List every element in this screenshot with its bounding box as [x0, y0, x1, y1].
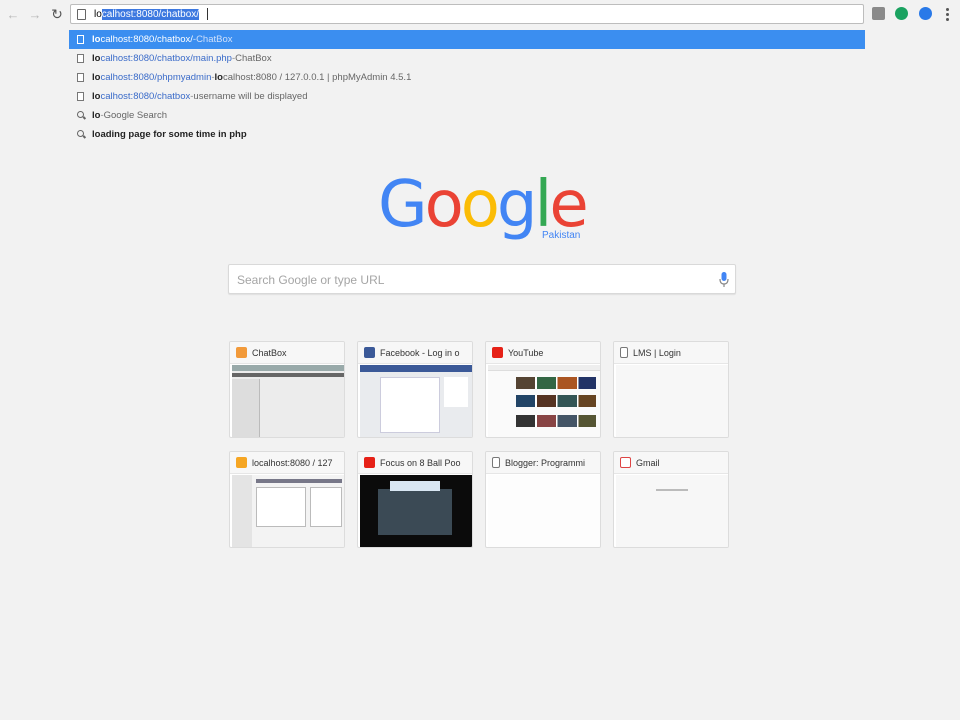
suggestion-match-text: lo: [214, 72, 223, 83]
facebook-icon: [364, 347, 375, 358]
back-arrow-icon[interactable]: ←: [4, 5, 22, 23]
tile-phpmyadmin[interactable]: localhost:8080 / 127: [229, 451, 345, 548]
gmail-icon: [620, 457, 631, 468]
suggestion-url: calhost:8080/chatbox: [100, 91, 191, 102]
tile-title: ChatBox: [252, 347, 287, 358]
suggestion-match-text: lo: [92, 34, 101, 45]
suggestion-description: ChatBox: [196, 34, 233, 45]
tile-title: Facebook - Log in o: [380, 347, 460, 358]
logo-letter: g: [496, 168, 538, 242]
tile-header: Focus on 8 Ball Poo: [358, 452, 472, 474]
extension-green-icon[interactable]: [895, 7, 908, 20]
phpmyadmin-icon: [236, 457, 247, 468]
tile-header: Gmail: [614, 452, 728, 474]
suggestion-description: username will be displayed: [193, 91, 308, 102]
tile-blogger[interactable]: Blogger: Programmi: [485, 451, 601, 548]
tile-8ball[interactable]: Focus on 8 Ball Poo: [357, 451, 473, 548]
page-icon: [77, 8, 86, 20]
tile-thumbnail: [232, 365, 344, 437]
tile-thumbnail: [488, 365, 600, 437]
search-icon: [77, 111, 86, 120]
suggestion-url: calhost:8080/chatbox/main.php: [100, 53, 232, 64]
tile-title: YouTube: [508, 347, 544, 358]
page-icon: [77, 92, 84, 101]
suggestion-description: calhost:8080 / 127.0.0.1 | phpMyAdmin 4.…: [222, 72, 412, 83]
logo-letter: o: [424, 168, 464, 242]
tile-header: LMS | Login: [614, 342, 728, 364]
suggestion-url: calhost:8080/phpmyadmin: [100, 72, 212, 83]
tile-header: Facebook - Log in o: [358, 342, 472, 364]
search-icon: [77, 130, 86, 139]
suggestion-query: ading page for some time in php: [100, 129, 247, 140]
typed-text: lo: [94, 8, 102, 20]
chatbox-icon: [236, 347, 247, 358]
suggestion-match-text: lo: [92, 129, 101, 140]
extension-icon[interactable]: [872, 7, 885, 20]
page-icon: [77, 54, 84, 63]
suggestion-match-text: lo: [92, 53, 101, 64]
tile-title: localhost:8080 / 127: [252, 457, 333, 468]
search-box[interactable]: [228, 264, 736, 294]
page-icon: [492, 457, 500, 468]
suggestion-item[interactable]: lo calhost:8080/chatbox/ - ChatBox: [69, 30, 865, 49]
tile-thumbnail: [360, 365, 472, 437]
suggestion-match-text: lo: [92, 72, 101, 83]
tile-header: YouTube: [486, 342, 600, 364]
logo-letter: G: [378, 168, 428, 242]
suggestion-item[interactable]: lo ading page for some time in php: [69, 125, 865, 144]
tile-title: Blogger: Programmi: [505, 457, 586, 468]
suggestion-item[interactable]: lo calhost:8080/phpmyadmin - lo calhost:80…: [69, 68, 865, 87]
tile-title: LMS | Login: [633, 347, 681, 358]
suggestion-url: calhost:8080/chatbox/: [100, 34, 193, 45]
reload-icon[interactable]: ↻: [48, 5, 66, 23]
suggestion-item[interactable]: lo calhost:8080/chatbox/main.php - ChatBo…: [69, 49, 865, 68]
tile-thumbnail: [232, 475, 344, 547]
tile-chatbox[interactable]: ChatBox: [229, 341, 345, 438]
browser-toolbar: ← → ↻ localhost:8080/chatbox/: [0, 0, 960, 28]
microphone-icon[interactable]: [719, 271, 729, 289]
suggestion-description: ChatBox: [235, 53, 272, 64]
tile-title: Gmail: [636, 457, 660, 468]
youtube-icon: [364, 457, 375, 468]
tile-gmail[interactable]: Gmail: [613, 451, 729, 548]
address-bar-text[interactable]: localhost:8080/chatbox/: [94, 8, 200, 20]
omnibox-suggestions: lo calhost:8080/chatbox/ - ChatBox lo calh…: [69, 30, 865, 142]
search-input[interactable]: [237, 271, 707, 288]
suggestion-item[interactable]: lo calhost:8080/chatbox - username will b…: [69, 87, 865, 106]
tile-header: Blogger: Programmi: [486, 452, 600, 474]
tile-lms[interactable]: LMS | Login: [613, 341, 729, 438]
tile-facebook[interactable]: Facebook - Log in o: [357, 341, 473, 438]
suggestion-description: Google Search: [103, 110, 167, 121]
page-icon: [620, 347, 628, 358]
tile-thumbnail: [488, 475, 600, 547]
suggestion-item[interactable]: lo - Google Search: [69, 106, 865, 125]
forward-arrow-icon[interactable]: →: [26, 5, 44, 23]
tile-title: Focus on 8 Ball Poo: [380, 457, 461, 468]
address-bar[interactable]: localhost:8080/chatbox/: [70, 4, 864, 24]
google-logo: Google Pakistan: [378, 170, 590, 250]
logo-region-label: Pakistan: [542, 230, 581, 241]
extension-blue-icon[interactable]: [919, 7, 932, 20]
tile-header: ChatBox: [230, 342, 344, 364]
page-icon: [77, 35, 84, 44]
tile-thumbnail: [616, 365, 728, 437]
autocomplete-selection: calhost:8080/chatbox/: [101, 8, 200, 20]
suggestion-match-text: lo: [92, 110, 101, 121]
menu-dots-icon[interactable]: [942, 5, 952, 23]
tile-thumbnail: [616, 475, 728, 547]
tile-thumbnail: [360, 475, 472, 547]
tile-youtube[interactable]: YouTube: [485, 341, 601, 438]
text-cursor: [207, 8, 209, 20]
youtube-icon: [492, 347, 503, 358]
suggestion-match-text: lo: [92, 91, 101, 102]
logo-letter: o: [460, 168, 500, 242]
tile-header: localhost:8080 / 127: [230, 452, 344, 474]
page-icon: [77, 73, 84, 82]
